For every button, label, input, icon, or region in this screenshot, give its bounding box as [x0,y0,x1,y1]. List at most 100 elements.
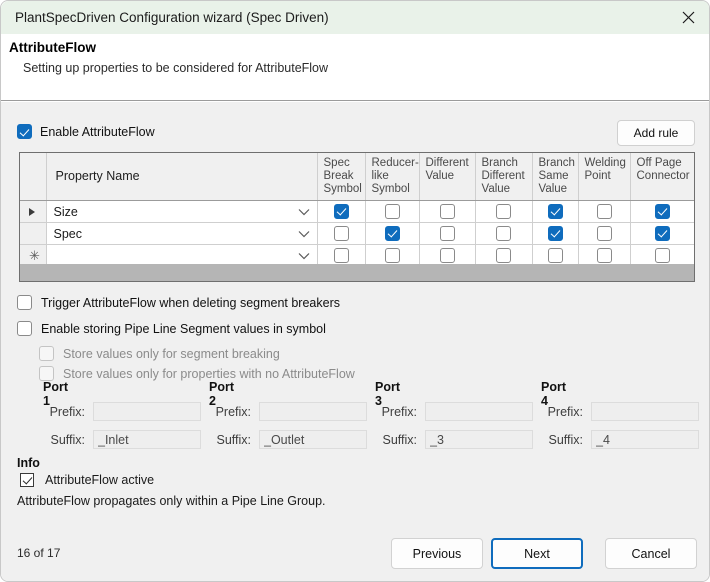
trigger-attributeflow-checkbox[interactable] [17,295,32,310]
cancel-button[interactable]: Cancel [605,538,697,569]
col-branch-same-value[interactable]: Branch Same Value [532,153,579,201]
port1-suffix-input[interactable] [93,430,201,449]
checkbox-spec-break-symbol[interactable] [333,247,349,263]
info-note: AttributeFlow propagates only within a P… [17,494,326,508]
checkbox-reducer-like-symbol[interactable] [384,203,400,219]
attributeflow-active-row: AttributeFlow active [20,473,154,487]
checkbox-branch-same-value[interactable] [547,247,563,263]
port4-prefix-input[interactable] [591,402,699,421]
cell-reducer-like-symbol[interactable] [365,222,420,245]
checkbox-off-page-connector[interactable] [654,225,670,241]
checkbox-different-value[interactable] [439,203,455,219]
row-indicator-current[interactable] [20,200,47,223]
checkbox-branch-different-value[interactable] [496,203,511,219]
row-indicator[interactable] [20,222,47,245]
option-store-segment-breaking[interactable]: Store values only for segment breaking [39,346,280,361]
cell-spec-break-symbol[interactable] [317,222,366,245]
current-row-arrow-icon [29,207,35,216]
table-header-row: Property Name Spec Break Symbol Reducer-… [20,153,694,201]
col-off-page-connector[interactable]: Off Page Connector [630,153,694,201]
checkbox-branch-same-value[interactable] [547,203,563,219]
dialog-body: Enable AttributeFlow Add rule Property N… [1,102,709,526]
previous-button[interactable]: Previous [391,538,483,569]
port3-suffix-input[interactable] [425,430,533,449]
close-button[interactable] [665,1,709,34]
port3-prefix-input[interactable] [425,402,533,421]
checkbox-spec-break-symbol[interactable] [333,203,349,219]
option-store-no-attributeflow[interactable]: Store values only for properties with no… [39,366,355,381]
cell-welding-point[interactable] [578,222,631,245]
cell-reducer-like-symbol[interactable] [365,200,420,223]
cell-off-page-connector[interactable] [630,222,694,245]
port1-prefix-input[interactable] [93,402,201,421]
cell-spec-break-symbol[interactable] [317,200,366,223]
checkbox-welding-point[interactable] [596,225,612,241]
prefix-label: Prefix: [215,404,251,419]
chevron-down-icon[interactable] [298,227,310,241]
cell-welding-point[interactable] [578,200,631,223]
port4-prefix-row: Prefix: [521,402,699,421]
port2-suffix-input[interactable] [259,430,367,449]
property-name-combobox[interactable] [47,245,317,266]
table-row[interactable]: Spec [20,222,694,245]
checkbox-welding-point[interactable] [596,203,612,219]
property-name-combobox[interactable]: Size [47,201,317,222]
col-welding-point[interactable]: Welding Point [578,153,631,201]
store-segment-breaking-checkbox[interactable] [39,346,54,361]
property-name-cell[interactable]: Size [46,200,318,223]
prefix-label: Prefix: [49,404,85,419]
option-label: Store values only for properties with no… [63,366,355,381]
property-name-cell[interactable]: Spec [46,222,318,245]
col-property-name[interactable]: Property Name [46,153,318,201]
store-no-attributeflow-checkbox[interactable] [39,366,54,381]
checkbox-off-page-connector[interactable] [654,247,670,263]
cell-different-value[interactable] [419,222,476,245]
cell-branch-different-value[interactable] [475,222,533,245]
checkbox-branch-same-value[interactable] [547,225,563,241]
option-enable-storing-values[interactable]: Enable storing Pipe Line Segment values … [17,321,326,336]
checkbox-reducer-like-symbol[interactable] [384,247,400,263]
port1-suffix-row: Suffix: [23,430,201,449]
checkbox-different-value[interactable] [439,225,455,241]
checkbox-reducer-like-symbol[interactable] [384,225,400,241]
port2-prefix-input[interactable] [259,402,367,421]
checkbox-different-value[interactable] [439,247,455,263]
port2-suffix-row: Suffix: [189,430,367,449]
checkbox-branch-different-value[interactable] [496,225,511,241]
cell-off-page-connector[interactable] [630,200,694,223]
checkbox-welding-point[interactable] [596,247,612,263]
checkbox-branch-different-value[interactable] [496,247,511,263]
page-subtitle: Setting up properties to be considered f… [23,61,329,75]
checkbox-off-page-connector[interactable] [654,203,670,219]
cell-different-value[interactable] [419,200,476,223]
wizard-header: AttributeFlow Setting up properties to b… [1,34,709,101]
suffix-label: Suffix: [216,432,251,447]
info-section-title: Info [17,456,40,470]
col-different-value[interactable]: Different Value [419,153,476,201]
port4-suffix-input[interactable] [591,430,699,449]
enable-attributeflow-row[interactable]: Enable AttributeFlow [17,124,155,139]
option-label: Trigger AttributeFlow when deleting segm… [41,295,340,310]
checkbox-spec-break-symbol[interactable] [333,225,349,241]
enable-attributeflow-checkbox[interactable] [17,124,32,139]
col-spec-break-symbol[interactable]: Spec Break Symbol [317,153,366,201]
port3-prefix-row: Prefix: [355,402,533,421]
cell-branch-different-value[interactable] [475,200,533,223]
table-row[interactable]: Size [20,200,694,223]
cell-branch-same-value[interactable] [532,200,579,223]
col-branch-different-value[interactable]: Branch Different Value [475,153,533,201]
chevron-down-icon[interactable] [298,205,310,219]
property-name-combobox[interactable]: Spec [47,223,317,244]
chevron-down-icon[interactable] [298,249,310,263]
option-trigger-attributeflow[interactable]: Trigger AttributeFlow when deleting segm… [17,295,340,310]
enable-attributeflow-label: Enable AttributeFlow [40,124,155,139]
next-button[interactable]: Next [491,538,583,569]
add-rule-button[interactable]: Add rule [617,120,695,146]
close-icon [682,11,695,24]
option-label: Store values only for segment breaking [63,346,280,361]
enable-storing-values-checkbox[interactable] [17,321,32,336]
suffix-label: Suffix: [382,432,417,447]
wizard-dialog: PlantSpecDriven Configuration wizard (Sp… [0,0,710,582]
col-reducer-like-symbol[interactable]: Reducer-like Symbol [365,153,420,201]
cell-branch-same-value[interactable] [532,222,579,245]
